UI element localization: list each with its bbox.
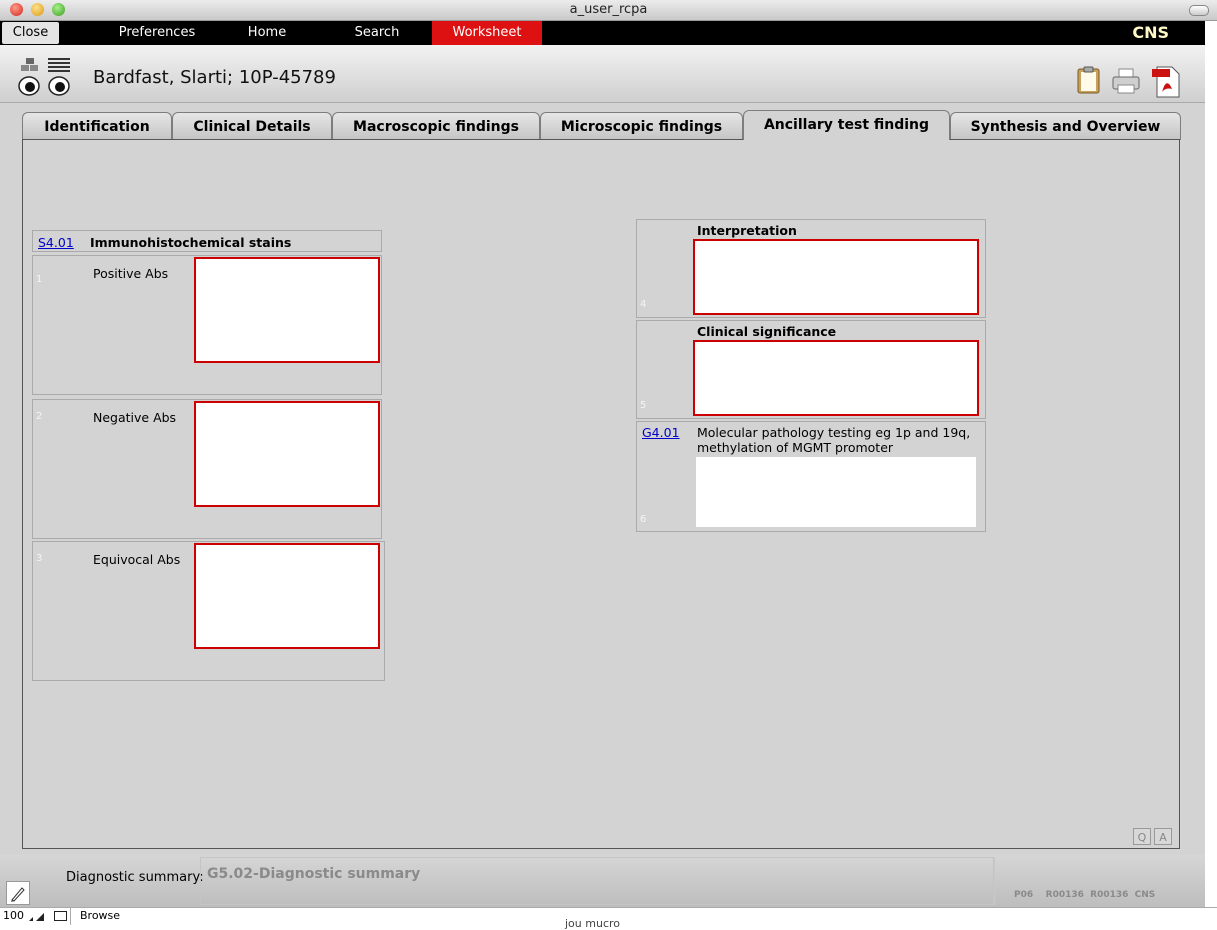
printer-icon[interactable]: [1111, 67, 1143, 95]
section-title: Immunohistochemical stains: [90, 235, 292, 250]
summary-label: Diagnostic summary:: [66, 870, 204, 885]
field-number: 6: [640, 514, 647, 525]
eye-left-icon: [18, 76, 40, 96]
tab-clinical-details[interactable]: Clinical Details: [172, 112, 332, 140]
tab-microscopic-findings[interactable]: Microscopic findings: [540, 112, 743, 140]
section-code-link[interactable]: S4.01: [38, 235, 74, 250]
interpretation-label: Interpretation: [697, 223, 797, 238]
q-button[interactable]: Q: [1133, 828, 1151, 845]
equivocal-abs-label: Equivocal Abs: [93, 552, 181, 567]
diagnostic-summary-field[interactable]: G5.02-Diagnostic summary: [200, 857, 994, 905]
interpretation-field[interactable]: [693, 239, 979, 315]
nav-search[interactable]: Search: [322, 21, 432, 45]
patient-name: Bardfast, Slarti; 10P-45789: [93, 67, 336, 88]
pdf-icon[interactable]: [1152, 65, 1182, 99]
tab-ancillary-test-finding[interactable]: Ancillary test finding: [743, 110, 950, 140]
module-label: CNS: [1132, 23, 1169, 42]
close-button[interactable]: Close: [2, 22, 59, 44]
footer: Diagnostic summary: G5.02-Diagnostic sum…: [0, 855, 1205, 907]
positive-abs-field[interactable]: [194, 257, 380, 363]
mode-label[interactable]: Browse: [80, 909, 120, 922]
toolbar-toggle-icon[interactable]: [1189, 5, 1209, 16]
equivocal-abs-field[interactable]: [194, 543, 380, 649]
tab-macroscopic-findings[interactable]: Macroscopic findings: [332, 112, 540, 140]
field-number: 3: [36, 553, 43, 564]
eye-right-icon: [48, 76, 70, 96]
summary-placeholder: G5.02-Diagnostic summary: [207, 866, 421, 882]
molecular-code-link[interactable]: G4.01: [642, 425, 680, 440]
status-bar: 100 Browse jou mucro: [0, 907, 1217, 930]
clinical-significance-label: Clinical significance: [697, 324, 837, 339]
negative-abs-label: Negative Abs: [93, 410, 177, 425]
list-icon: [48, 58, 70, 72]
field-number: 2: [36, 411, 43, 422]
stack-icon: [21, 58, 38, 71]
zoom-level[interactable]: 100: [3, 909, 24, 922]
window-titlebar: a_user_rcpa: [0, 0, 1217, 21]
molecular-pathology-label: Molecular pathology testing eg 1p and 19…: [697, 425, 971, 455]
status-codes: P06 R00136 R00136 CNS: [1014, 890, 1156, 900]
a-button[interactable]: A: [1154, 828, 1172, 845]
nav-preferences[interactable]: Preferences: [102, 21, 212, 45]
layout-toggle-icon[interactable]: [54, 911, 67, 921]
pen-icon[interactable]: [6, 881, 30, 905]
positive-abs-label: Positive Abs: [93, 266, 169, 281]
nav-bar: Close Preferences Home Search Worksheet …: [0, 21, 1205, 45]
clinical-significance-field[interactable]: [693, 340, 979, 416]
status-divider: [70, 908, 71, 925]
footer-divider: [994, 857, 995, 905]
background-window-text: jou mucro: [565, 917, 620, 930]
view-toggle[interactable]: [18, 55, 76, 99]
field-number: 5: [640, 400, 647, 411]
tab-synthesis-and-overview[interactable]: Synthesis and Overview: [950, 112, 1181, 140]
field-number: 1: [36, 274, 43, 285]
clipboard-icon[interactable]: [1074, 65, 1104, 95]
negative-abs-field[interactable]: [194, 401, 380, 507]
molecular-pathology-field[interactable]: [696, 457, 976, 527]
zoom-slider-icon[interactable]: [28, 911, 50, 922]
tab-identification[interactable]: Identification: [22, 112, 172, 140]
field-number: 4: [640, 299, 647, 310]
nav-worksheet[interactable]: Worksheet: [432, 21, 542, 45]
window-title: a_user_rcpa: [569, 2, 648, 17]
patient-header: Bardfast, Slarti; 10P-45789: [0, 45, 1205, 103]
nav-home[interactable]: Home: [212, 21, 322, 45]
